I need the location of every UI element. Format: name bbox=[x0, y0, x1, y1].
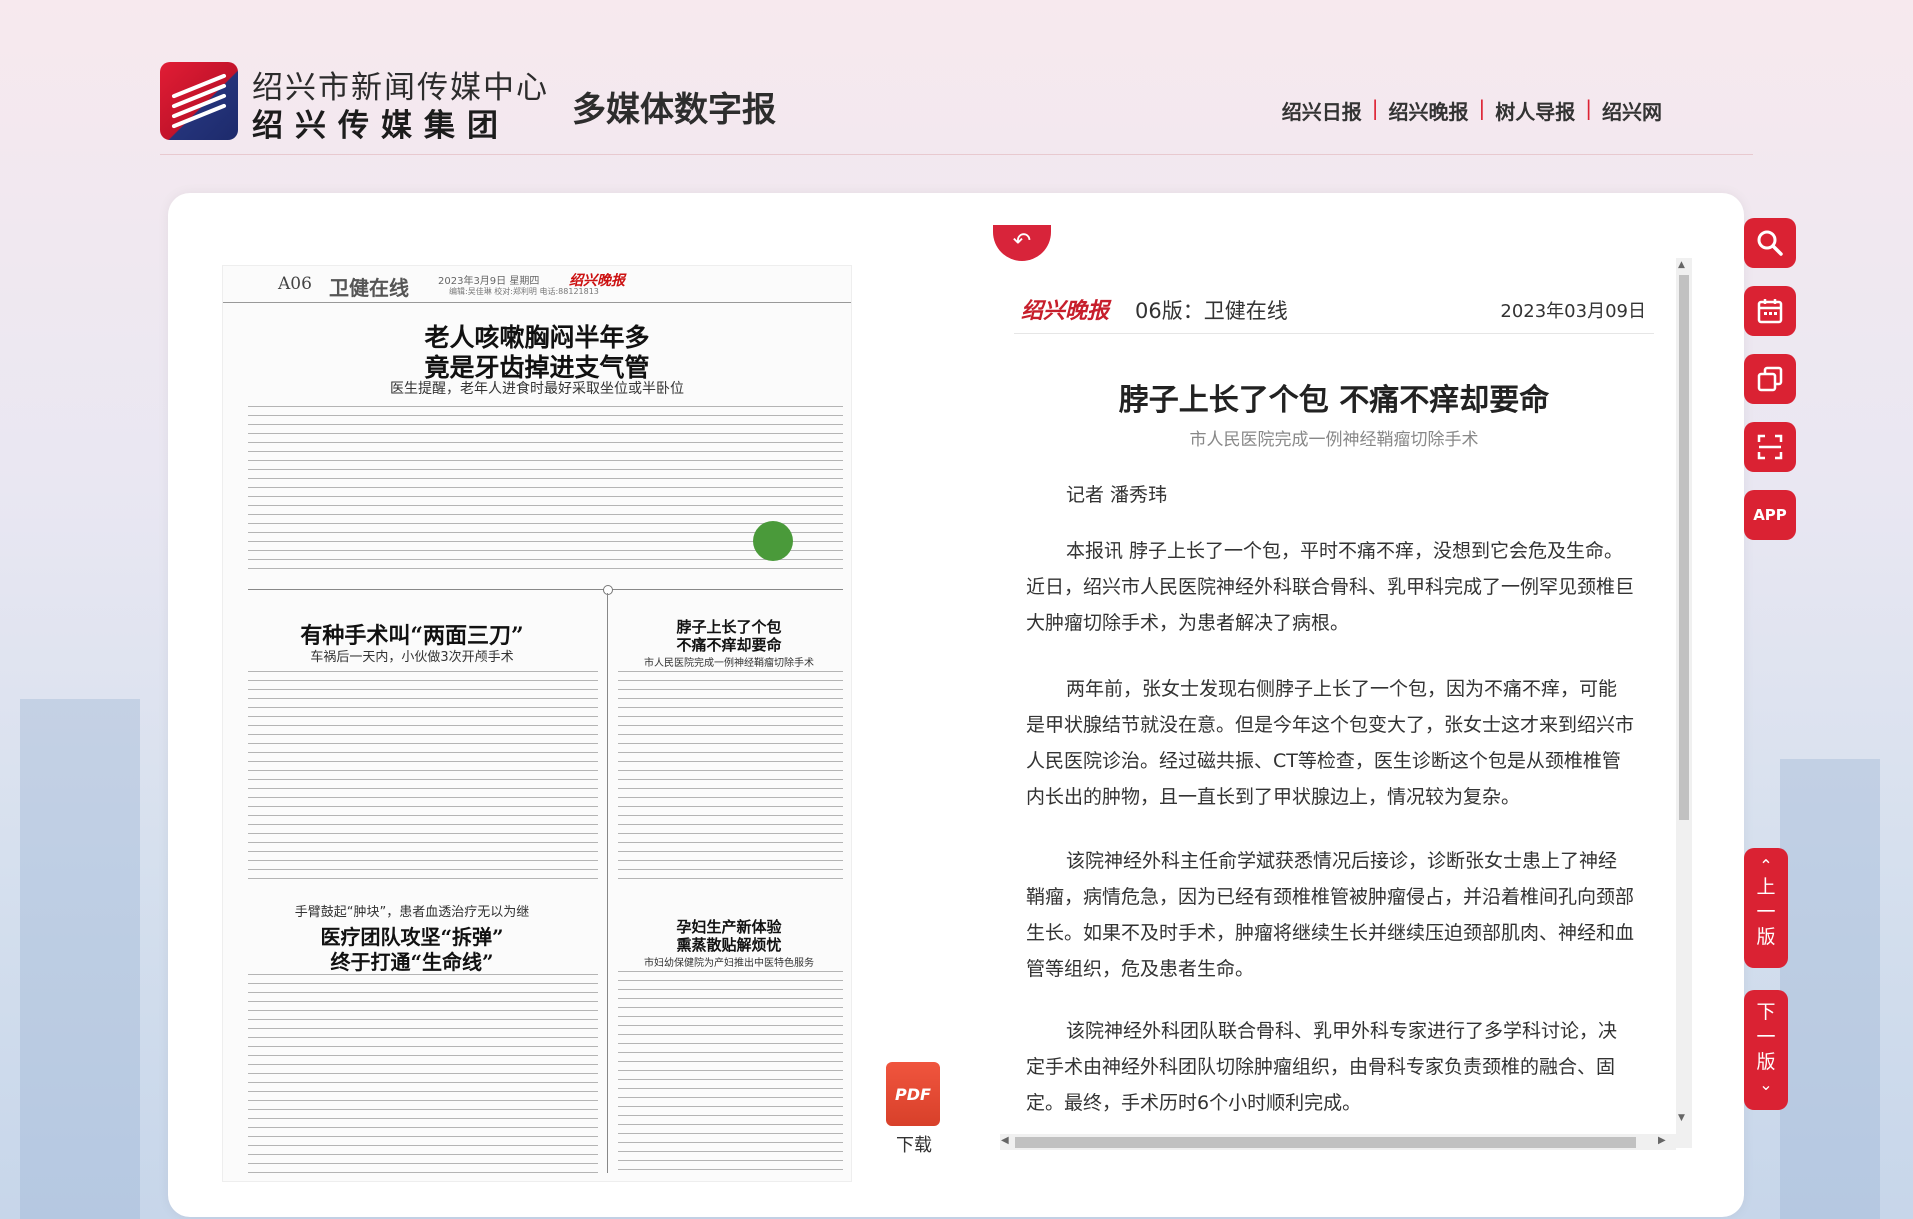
article-title: 脖子上长了个包 不痛不痒却要命 bbox=[1118, 383, 1550, 418]
article-paragraph: 两年前，张女士发现右侧脖子上长了一个包，因为不痛不痒，可能是甲状腺结节就没在意。… bbox=[1026, 678, 1635, 808]
pdf-download-label[interactable]: 下载 bbox=[896, 1131, 932, 1157]
background-building bbox=[1780, 759, 1880, 1219]
nav-separator: | bbox=[1585, 96, 1592, 120]
horizontal-scroll-thumb[interactable] bbox=[1015, 1137, 1636, 1148]
chevron-up-icon: ⌃ bbox=[1759, 856, 1773, 875]
hospital-badge-icon bbox=[753, 521, 793, 561]
newspaper-page[interactable]: A06 卫健在线 2023年3月9日 星期四 绍兴晚报 编辑:吴佳琳 校对:郑利… bbox=[222, 265, 852, 1182]
article-byline: 记者 潘秀玮 bbox=[1066, 484, 1168, 506]
article-edition: 06版：卫健在线 bbox=[1135, 299, 1288, 323]
article-4-kicker: 手臂鼓起“肿块”，患者血透治疗无以为继 bbox=[294, 905, 530, 920]
copy-icon bbox=[1757, 366, 1783, 392]
divider bbox=[248, 589, 843, 590]
app-button[interactable]: APP bbox=[1744, 490, 1796, 540]
article-3-headline-2[interactable]: 不痛不痒却要命 bbox=[607, 634, 851, 655]
article-masthead: 绍兴晚报 bbox=[1021, 298, 1110, 324]
scroll-left-arrow-icon[interactable]: ◀ bbox=[1001, 1135, 1009, 1146]
vertical-scroll-thumb[interactable] bbox=[1679, 275, 1689, 820]
scan-icon bbox=[1757, 434, 1783, 460]
page-number: A06 bbox=[278, 274, 312, 294]
article-subtitle: 市人民医院完成一例神经鞘瘤切除手术 bbox=[1189, 430, 1479, 450]
article-5-subhead: 市妇幼保健院为产妇推出中医特色服务 bbox=[644, 958, 814, 969]
prev-page-label: 版 bbox=[1756, 926, 1776, 948]
calendar-icon bbox=[1757, 299, 1783, 324]
article-1-body[interactable] bbox=[248, 406, 843, 576]
nav-link-shaoxing-web[interactable]: 绍兴网 bbox=[1602, 96, 1662, 125]
article-1-subhead: 医生提醒，老年人进食时最好采取坐位或半卧位 bbox=[390, 381, 684, 397]
nav-link-shaoxing-evening[interactable]: 绍兴晚报 bbox=[1389, 96, 1469, 125]
page-header: A06 卫健在线 2023年3月9日 星期四 绍兴晚报 编辑:吴佳琳 校对:郑利… bbox=[223, 266, 851, 303]
divider bbox=[607, 593, 608, 1173]
article-paragraph: 该院神经外科团队联合骨科、乳甲外科专家进行了多学科讨论，决定手术由神经外科团队切… bbox=[1026, 1020, 1618, 1114]
top-nav: 绍兴日报 | 绍兴晚报 | 树人导报 | 绍兴网 bbox=[1282, 96, 1662, 125]
article-4-headline-2[interactable]: 终于打通“生命线” bbox=[223, 946, 601, 975]
previous-page-button[interactable]: ⌃ 上 一 版 bbox=[1744, 848, 1788, 968]
divider-knob bbox=[603, 585, 613, 595]
chevron-down-icon: ⌄ bbox=[1759, 1075, 1773, 1094]
article-3-body[interactable] bbox=[618, 671, 843, 886]
article-5-headline-2[interactable]: 熏蒸散贴解烦忧 bbox=[607, 934, 851, 955]
article-header: 绍兴晚报 06版：卫健在线 2023年03月09日 bbox=[1014, 281, 1654, 334]
background-building bbox=[20, 699, 140, 1219]
scroll-up-arrow-icon[interactable]: ▲ bbox=[1678, 260, 1685, 270]
next-page-label: 一 bbox=[1756, 1026, 1776, 1048]
logo bbox=[160, 62, 238, 140]
search-button[interactable] bbox=[1744, 218, 1796, 268]
nav-separator: | bbox=[1478, 96, 1486, 120]
next-page-label: 版 bbox=[1756, 1051, 1776, 1073]
article-paragraph: 本报讯 脖子上长了一个包，平时不痛不痒，没想到它会危及生命。近日，绍兴市人民医院… bbox=[1026, 540, 1635, 634]
org-name-line2: 绍兴传媒集团 bbox=[252, 108, 510, 144]
prev-page-label: 一 bbox=[1756, 901, 1776, 923]
nav-separator: | bbox=[1371, 96, 1379, 120]
article-2-subhead: 车祸后一天内，小伙做3次开颅手术 bbox=[310, 650, 514, 665]
header-divider bbox=[160, 154, 1753, 155]
scan-button[interactable] bbox=[1744, 422, 1796, 472]
page-section: 卫健在线 bbox=[329, 276, 409, 300]
copy-button[interactable] bbox=[1744, 354, 1796, 404]
article-view: 绍兴晚报 06版：卫健在线 2023年03月09日 脖子上长了个包 不痛不痒却要… bbox=[1014, 268, 1654, 1148]
back-arrow-icon: ↶ bbox=[1012, 229, 1032, 254]
article-4-body[interactable] bbox=[248, 974, 598, 1174]
pdf-download-icon[interactable]: PDF bbox=[886, 1062, 940, 1126]
nav-link-shuren-daobao[interactable]: 树人导报 bbox=[1495, 96, 1575, 125]
article-2-body[interactable] bbox=[248, 671, 598, 881]
nav-link-shaoxing-daily[interactable]: 绍兴日报 bbox=[1282, 96, 1362, 125]
scroll-down-arrow-icon[interactable]: ▼ bbox=[1678, 1113, 1685, 1123]
page-date: 2023年3月9日 星期四 bbox=[438, 276, 540, 287]
next-page-button[interactable]: 下 一 版 ⌄ bbox=[1744, 990, 1788, 1110]
article-5-body[interactable] bbox=[618, 971, 843, 1171]
calendar-button[interactable] bbox=[1744, 286, 1796, 336]
next-page-label: 下 bbox=[1756, 1001, 1776, 1023]
article-paragraph: 该院神经外科主任俞学斌获悉情况后接诊，诊断张女士患上了神经鞘瘤，病情危急，因为已… bbox=[1026, 850, 1635, 980]
page-editor-line: 编辑:吴佳琳 校对:郑利明 电话:88121813 bbox=[449, 287, 599, 296]
app-title: 多媒体数字报 bbox=[572, 90, 776, 130]
search-icon bbox=[1757, 230, 1783, 256]
scroll-right-arrow-icon[interactable]: ▶ bbox=[1658, 1135, 1666, 1146]
article-date: 2023年03月09日 bbox=[1500, 301, 1646, 322]
prev-page-label: 上 bbox=[1756, 876, 1776, 898]
article-3-subhead: 市人民医院完成一例神经鞘瘤切除手术 bbox=[644, 658, 814, 669]
